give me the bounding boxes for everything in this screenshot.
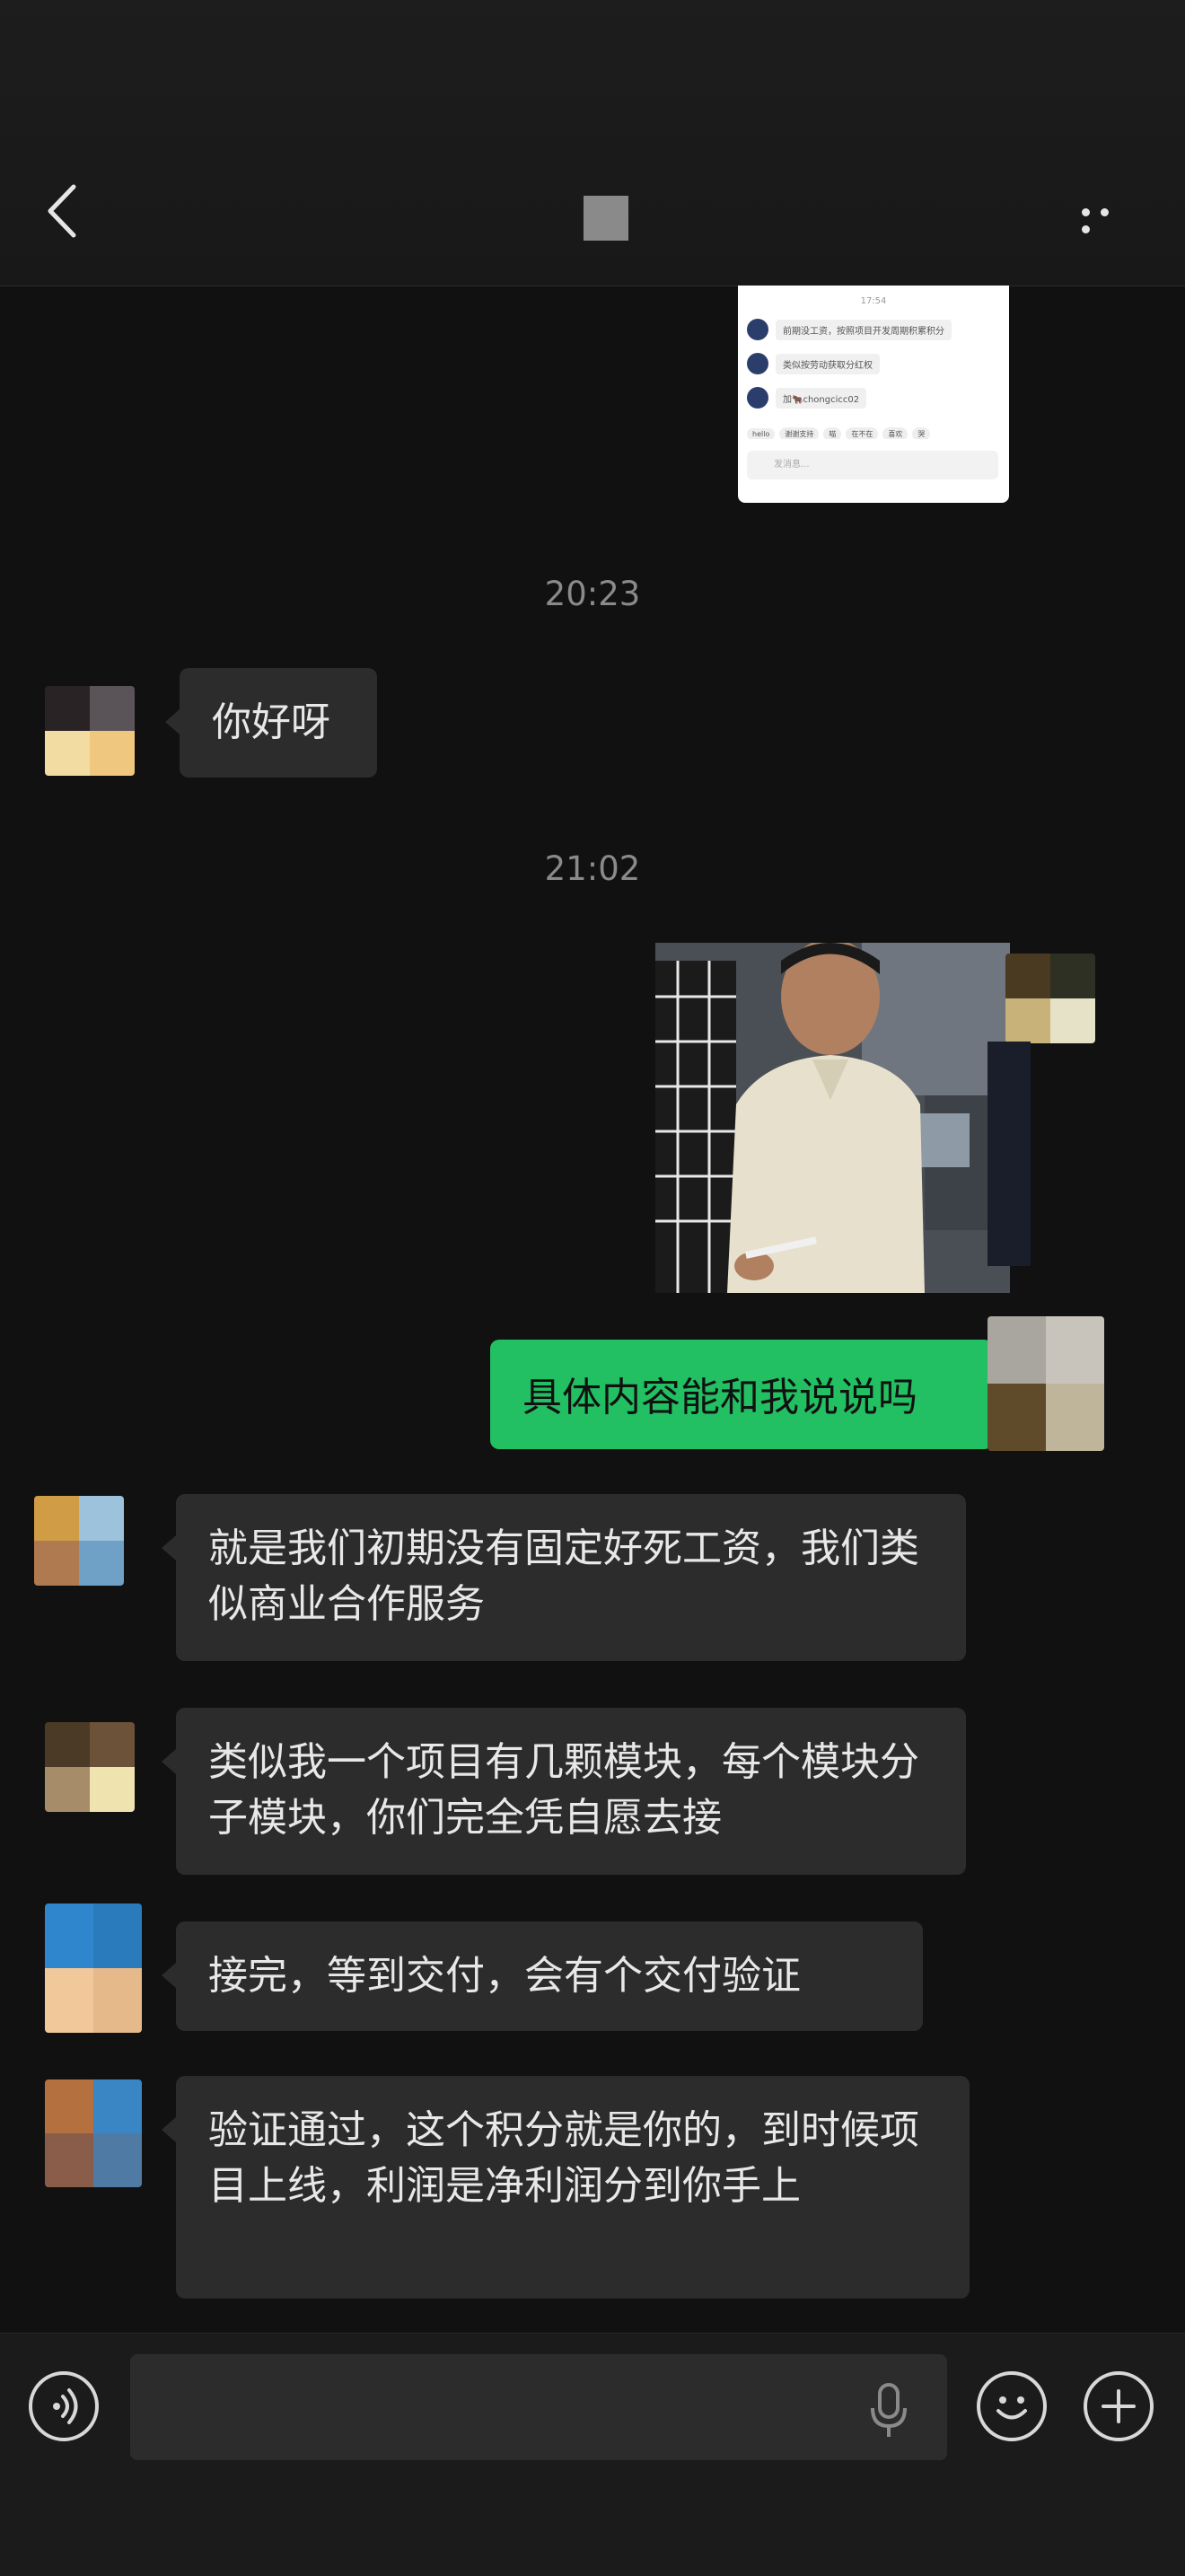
card-chip: 哭 <box>912 427 931 439</box>
blurred-region <box>988 1042 1031 1266</box>
card-quick-replies: hello 谢谢支持喵在不在 喜欢哭 <box>747 423 1003 439</box>
timestamp: 20:23 <box>544 575 641 613</box>
card-chip: 喵 <box>823 427 842 439</box>
mic-icon[interactable] <box>862 2379 916 2442</box>
avatar[interactable] <box>45 2079 142 2187</box>
card-avatar <box>747 319 768 340</box>
card-timestamp: 17:54 <box>860 296 887 306</box>
avatar[interactable] <box>34 1496 124 1586</box>
card-chip: 谢谢支持 <box>779 427 820 439</box>
card-input: 发消息... <box>747 451 998 479</box>
message-bubble[interactable]: 验证通过，这个积分就是你的，到时候项目上线，利润是净利润分到你手上 <box>162 2076 970 2299</box>
card-avatar <box>747 387 768 409</box>
avatar[interactable] <box>45 1722 135 1812</box>
more-dots-icon[interactable] <box>1082 203 1136 233</box>
avatar[interactable] <box>45 1903 142 2033</box>
card-avatar <box>747 353 768 374</box>
avatar[interactable] <box>45 686 135 776</box>
card-chip: 在不在 <box>846 427 879 439</box>
card-message-row: 前期没工资，按照项目开发周期积累积分 <box>747 316 952 343</box>
chevron-left-icon[interactable] <box>38 180 88 242</box>
card-chip: 喜欢 <box>882 427 908 439</box>
card-message-text: 加🐂chongcicc02 <box>776 387 867 409</box>
plus-icon[interactable] <box>1084 2371 1154 2441</box>
voice-icon[interactable] <box>29 2371 99 2441</box>
emoji-icon[interactable] <box>977 2371 1047 2441</box>
message-bubble[interactable]: 你好呀 <box>165 668 377 778</box>
chat-header <box>0 0 1185 286</box>
message-bubble[interactable]: 就是我们初期没有固定好死工资，我们类似商业合作服务 <box>162 1494 966 1661</box>
avatar[interactable] <box>988 1316 1104 1451</box>
card-message-row: 类似按劳动获取分红权 <box>747 350 880 377</box>
message-bubble[interactable]: 接完，等到交付，会有个交付验证 <box>162 1921 923 2031</box>
message-input[interactable] <box>130 2354 947 2460</box>
card-message-text: 类似按劳动获取分红权 <box>776 353 880 374</box>
message-bubble-out[interactable]: 具体内容能和我说说吗 <box>490 1340 993 1449</box>
card-message-text: 前期没工资，按照项目开发周期积累积分 <box>776 319 952 340</box>
avatar[interactable] <box>1005 954 1095 1043</box>
card-message-row: 加🐂chongcicc02 <box>747 384 867 411</box>
shared-screenshot-image[interactable]: 17:54 前期没工资，按照项目开发周期积累积分 类似按劳动获取分红权 加🐂ch… <box>738 286 1009 503</box>
chat-title-avatar <box>584 196 628 241</box>
message-bubble[interactable]: 类似我一个项目有几颗模块，每个模块分子模块，你们完全凭自愿去接 <box>162 1708 966 1875</box>
card-chip: hello <box>747 428 776 439</box>
timestamp: 21:02 <box>544 849 641 888</box>
sent-photo-image[interactable] <box>655 943 1010 1293</box>
